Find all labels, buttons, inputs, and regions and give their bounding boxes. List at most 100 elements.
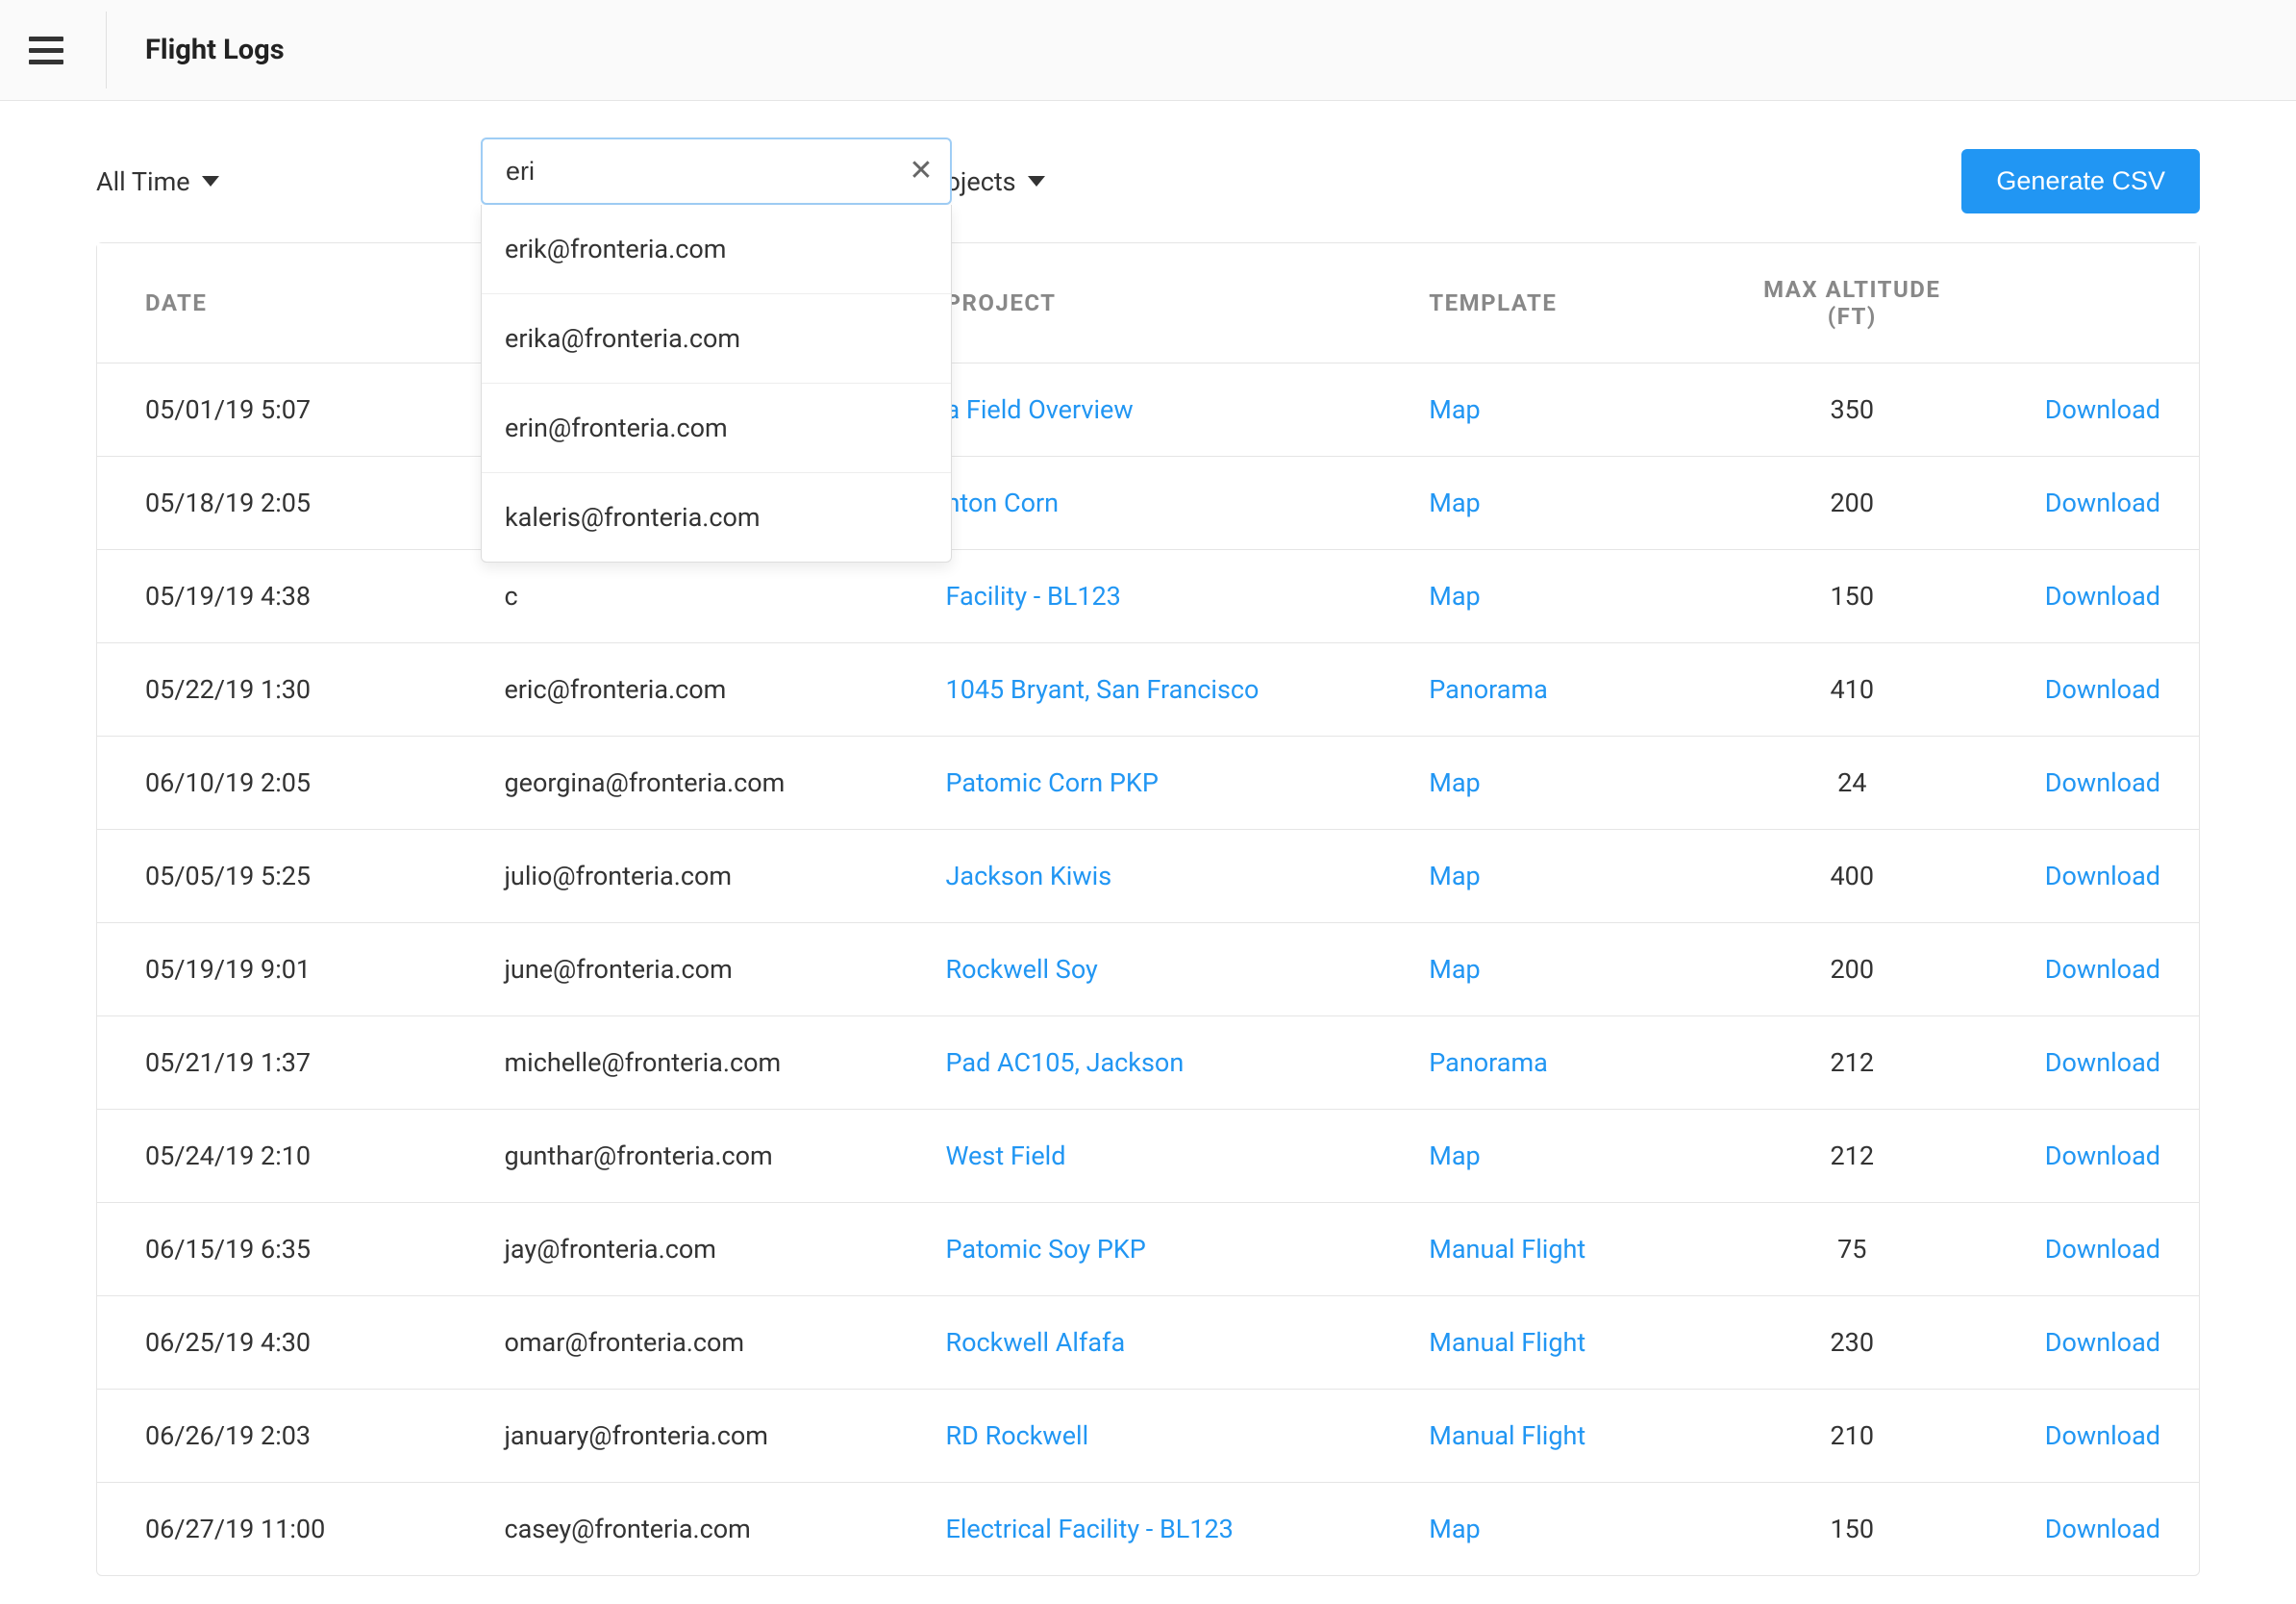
table-row: 05/05/19 5:25julio@fronteria.com Jackson … [97, 830, 2199, 923]
header-download [1988, 243, 2199, 363]
page-title: Flight Logs [145, 34, 285, 66]
template-link[interactable]: Manual Flight [1429, 1420, 1585, 1451]
cell-download: Download [1988, 363, 2199, 457]
download-link[interactable]: Download [2045, 394, 2160, 425]
cell-project: Pad AC105, Jackson [917, 1016, 1401, 1110]
cell-pilot: june@fronteria.com [475, 923, 916, 1016]
project-link[interactable]: Pad AC105, Jackson [946, 1047, 1185, 1078]
cell-pilot: gunthar@fronteria.com [475, 1110, 916, 1203]
template-link[interactable]: Map [1429, 1140, 1480, 1171]
cell-date: 06/26/19 2:03 [97, 1390, 475, 1483]
header-project: PROJECT [917, 243, 1401, 363]
cell-download: Download [1988, 457, 2199, 550]
cell-date: 05/01/19 5:07 [97, 363, 475, 457]
cell-project: Jackson Kiwis [917, 830, 1401, 923]
template-link[interactable]: Map [1429, 954, 1480, 985]
project-link[interactable]: RD Rockwell [946, 1420, 1089, 1451]
cell-date: 05/05/19 5:25 [97, 830, 475, 923]
generate-csv-button[interactable]: Generate CSV [1961, 149, 2200, 213]
cell-project: nton Corn [917, 457, 1401, 550]
cell-template: Manual Flight [1400, 1203, 1715, 1296]
cell-pilot: julio@fronteria.com [475, 830, 916, 923]
flight-logs-table: DATE PILOT PROJECT TEMPLATE MAX ALTITUDE… [96, 242, 2200, 1576]
project-link[interactable]: Facility - BL123 [946, 581, 1121, 612]
search-input[interactable] [506, 157, 908, 187]
cell-date: 05/19/19 9:01 [97, 923, 475, 1016]
download-link[interactable]: Download [2045, 488, 2160, 518]
project-link[interactable]: 1045 Bryant, San Francisco [946, 674, 1260, 705]
cell-pilot: casey@fronteria.com [475, 1483, 916, 1575]
download-link[interactable]: Download [2045, 1234, 2160, 1265]
time-filter-dropdown[interactable]: All Time [96, 166, 219, 197]
project-link[interactable]: Jackson Kiwis [946, 861, 1112, 891]
template-link[interactable]: Map [1429, 581, 1480, 612]
content-area: All Time ✕ erik@fronteria.com erika@fron… [0, 101, 2296, 1576]
table-row: 05/18/19 2:05jnton CornMap200Download [97, 457, 2199, 550]
header-altitude: MAX ALTITUDE (FT) [1715, 243, 1988, 363]
download-link[interactable]: Download [2045, 767, 2160, 798]
cell-download: Download [1988, 1203, 2199, 1296]
close-icon[interactable]: ✕ [908, 158, 935, 185]
download-link[interactable]: Download [2045, 1047, 2160, 1078]
menu-icon[interactable] [29, 31, 67, 69]
project-link[interactable]: Patomic Corn PKP [946, 767, 1159, 798]
cell-download: Download [1988, 1016, 2199, 1110]
cell-template: Map [1400, 923, 1715, 1016]
template-link[interactable]: Map [1429, 488, 1480, 518]
autocomplete-item[interactable]: erik@fronteria.com [482, 205, 951, 294]
cell-template: Map [1400, 830, 1715, 923]
cell-altitude: 350 [1715, 363, 1988, 457]
template-link[interactable]: Map [1429, 767, 1480, 798]
search-input-box[interactable]: ✕ [481, 138, 952, 205]
cell-altitude: 230 [1715, 1296, 1988, 1390]
cell-template: Manual Flight [1400, 1390, 1715, 1483]
download-link[interactable]: Download [2045, 954, 2160, 985]
project-link[interactable]: Electrical Facility - BL123 [946, 1514, 1234, 1544]
autocomplete-item[interactable]: kaleris@fronteria.com [482, 473, 951, 562]
project-link[interactable]: nton Corn [946, 488, 1060, 518]
template-link[interactable]: Map [1429, 1514, 1480, 1544]
autocomplete-item[interactable]: erin@fronteria.com [482, 384, 951, 473]
download-link[interactable]: Download [2045, 581, 2160, 612]
project-link[interactable]: Patomic Soy PKP [946, 1234, 1146, 1265]
cell-project: Patomic Corn PKP [917, 737, 1401, 830]
cell-template: Panorama [1400, 643, 1715, 737]
cell-date: 05/21/19 1:37 [97, 1016, 475, 1110]
table-row: 06/10/19 2:05georgina@fronteria.comPatom… [97, 737, 2199, 830]
autocomplete-item[interactable]: erika@fronteria.com [482, 294, 951, 384]
cell-altitude: 24 [1715, 737, 1988, 830]
template-link[interactable]: Map [1429, 861, 1480, 891]
cell-download: Download [1988, 1390, 2199, 1483]
download-link[interactable]: Download [2045, 1514, 2160, 1544]
cell-altitude: 75 [1715, 1203, 1988, 1296]
cell-altitude: 200 [1715, 457, 1988, 550]
cell-template: Map [1400, 1110, 1715, 1203]
cell-template: Manual Flight [1400, 1296, 1715, 1390]
cell-date: 06/25/19 4:30 [97, 1296, 475, 1390]
cell-project: Electrical Facility - BL123 [917, 1483, 1401, 1575]
template-link[interactable]: Manual Flight [1429, 1234, 1585, 1265]
cell-altitude: 400 [1715, 830, 1988, 923]
table-row: 05/01/19 5:07ja Field OverviewMap350Down… [97, 363, 2199, 457]
project-link[interactable]: West Field [946, 1140, 1066, 1171]
project-link[interactable]: Rockwell Soy [946, 954, 1098, 985]
cell-date: 05/22/19 1:30 [97, 643, 475, 737]
download-link[interactable]: Download [2045, 1140, 2160, 1171]
template-link[interactable]: Panorama [1429, 674, 1548, 705]
project-link[interactable]: Rockwell Alfafa [946, 1327, 1126, 1358]
autocomplete-list: erik@fronteria.com erika@fronteria.com e… [481, 205, 952, 563]
download-link[interactable]: Download [2045, 1420, 2160, 1451]
template-link[interactable]: Manual Flight [1429, 1327, 1585, 1358]
cell-download: Download [1988, 550, 2199, 643]
cell-date: 06/27/19 11:00 [97, 1483, 475, 1575]
download-link[interactable]: Download [2045, 861, 2160, 891]
project-link[interactable]: a Field Overview [946, 394, 1134, 425]
cell-template: Map [1400, 363, 1715, 457]
cell-date: 06/10/19 2:05 [97, 737, 475, 830]
template-link[interactable]: Map [1429, 394, 1480, 425]
download-link[interactable]: Download [2045, 674, 2160, 705]
cell-project: Rockwell Soy [917, 923, 1401, 1016]
template-link[interactable]: Panorama [1429, 1047, 1548, 1078]
download-link[interactable]: Download [2045, 1327, 2160, 1358]
cell-download: Download [1988, 1483, 2199, 1575]
